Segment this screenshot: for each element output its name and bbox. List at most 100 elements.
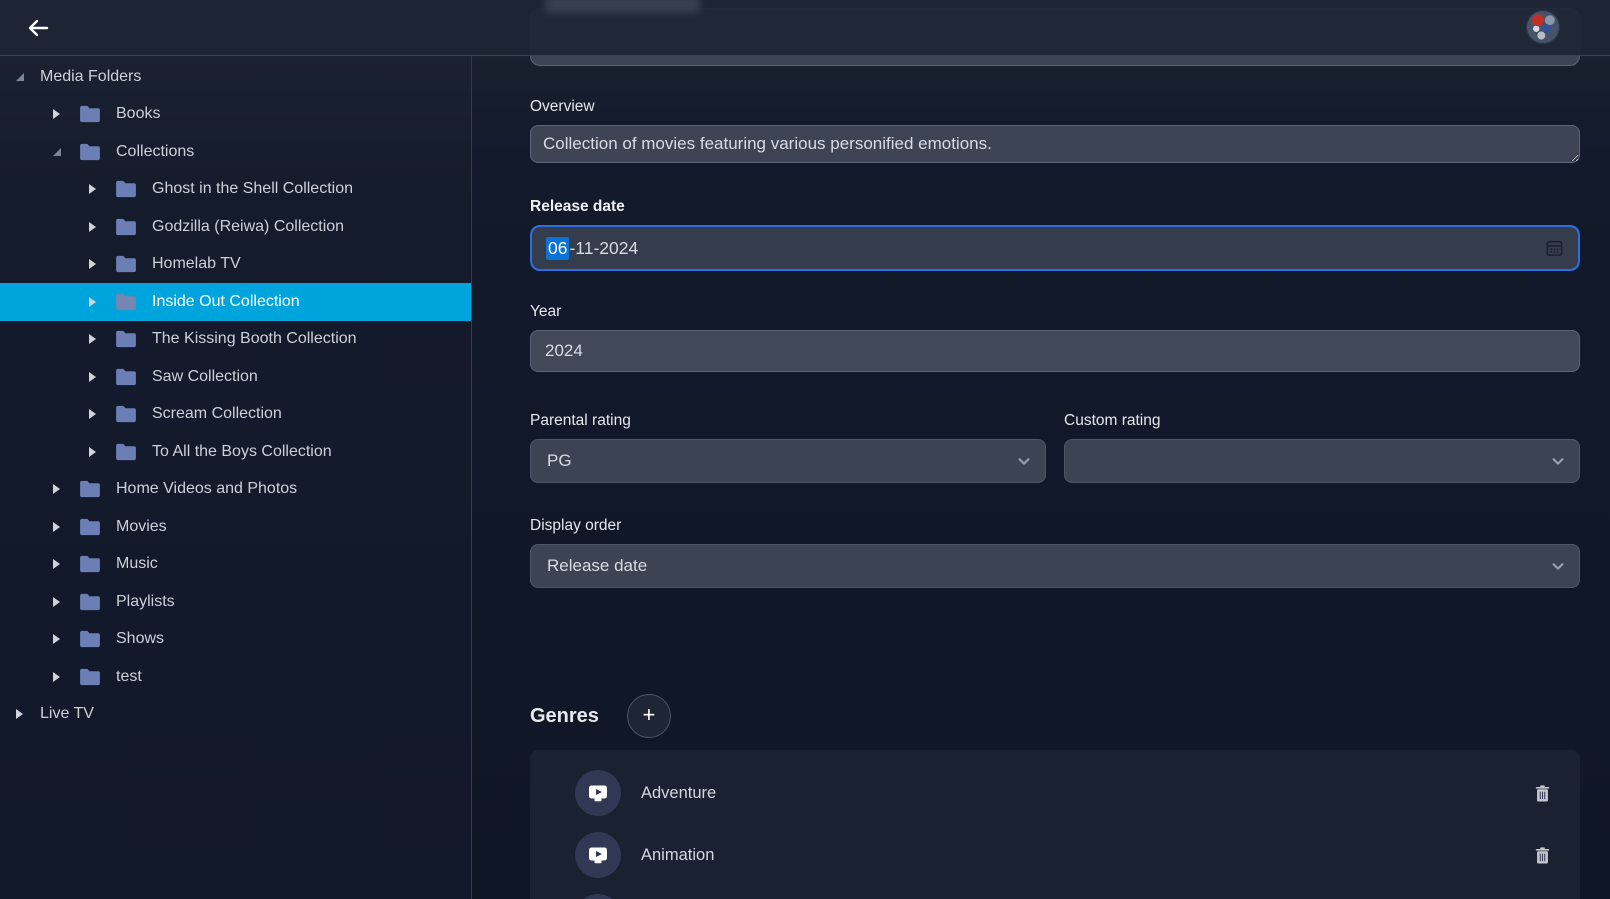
sidebar-item-label: test (116, 668, 142, 686)
sidebar-item-homelab-tv[interactable]: Homelab TV (0, 246, 471, 284)
chevron-expanded-icon[interactable] (16, 73, 24, 81)
year-input[interactable] (530, 330, 1580, 372)
genre-avatar (575, 770, 621, 816)
top-header-bar (0, 0, 1610, 56)
parental-rating-value: PG (547, 451, 572, 471)
chevron-right-icon[interactable] (53, 484, 60, 494)
sidebar-item-the-kissing-booth-collection[interactable]: The Kissing Booth Collection (0, 321, 471, 359)
sidebar-item-label: Media Folders (40, 68, 141, 86)
chevron-right-icon[interactable] (53, 559, 60, 569)
folder-icon (115, 255, 137, 273)
sidebar-item-saw-collection[interactable]: Saw Collection (0, 358, 471, 396)
folder-icon (115, 218, 137, 236)
sidebar-item-ghost-in-the-shell-collection[interactable]: Ghost in the Shell Collection (0, 171, 471, 209)
genre-avatar (575, 832, 621, 878)
sidebar-item-label: Live TV (40, 705, 94, 723)
chevron-right-icon[interactable] (89, 297, 96, 307)
custom-rating-label: Custom rating (1064, 412, 1580, 430)
chevron-down-icon (1549, 557, 1567, 575)
chevron-right-icon[interactable] (89, 222, 96, 232)
metadata-editor-form: Overview Collection of movies featuring … (472, 56, 1610, 899)
chevron-down-icon (1015, 452, 1033, 470)
sidebar-item-scream-collection[interactable]: Scream Collection (0, 396, 471, 434)
folder-icon (115, 405, 137, 423)
delete-genre-button[interactable] (1535, 785, 1550, 802)
release-date-label: Release date (530, 198, 1580, 216)
sidebar-item-label: Shows (116, 630, 164, 648)
genre-name: Adventure (641, 784, 716, 803)
genre-avatar (575, 894, 621, 899)
chevron-expanded-icon[interactable] (53, 148, 61, 156)
video-genre-icon (586, 781, 610, 805)
chevron-right-icon[interactable] (53, 109, 60, 119)
chevron-right-icon[interactable] (89, 447, 96, 457)
sidebar-item-label: Inside Out Collection (152, 293, 300, 311)
folder-icon (79, 143, 101, 161)
overview-label: Overview (530, 98, 1580, 116)
chevron-right-icon[interactable] (89, 259, 96, 269)
folder-icon (115, 180, 137, 198)
sidebar-item-label: Playlists (116, 593, 175, 611)
sidebar-item-test[interactable]: test (0, 658, 471, 696)
sidebar-item-label: Music (116, 555, 158, 573)
media-folder-tree: Media Folders Books Collections Ghost in… (0, 56, 472, 899)
release-date-input[interactable]: 06-11-2024 (530, 225, 1580, 271)
arrow-left-icon (26, 16, 50, 40)
sidebar-item-label: Movies (116, 518, 167, 536)
sidebar-item-label: Home Videos and Photos (116, 480, 297, 498)
genre-name: Animation (641, 846, 714, 865)
display-order-select[interactable]: Release date (530, 544, 1580, 588)
display-order-label: Display order (530, 517, 1580, 535)
calendar-icon[interactable] (1545, 239, 1564, 258)
chevron-right-icon[interactable] (53, 522, 60, 532)
folder-icon (79, 555, 101, 573)
sidebar-item-label: Collections (116, 143, 194, 161)
sidebar-item-godzilla-reiwa-collection[interactable]: Godzilla (Reiwa) Collection (0, 208, 471, 246)
sidebar-item-inside-out-collection[interactable]: Inside Out Collection (0, 283, 471, 321)
chevron-right-icon[interactable] (53, 672, 60, 682)
folder-icon (79, 480, 101, 498)
sidebar-item-label: Ghost in the Shell Collection (152, 180, 353, 198)
back-button[interactable] (18, 8, 58, 48)
folder-icon (79, 105, 101, 123)
folder-icon (115, 443, 137, 461)
chevron-right-icon[interactable] (89, 184, 96, 194)
sidebar-item-collections[interactable]: Collections (0, 133, 471, 171)
chevron-right-icon[interactable] (16, 709, 23, 719)
sidebar-item-label: Scream Collection (152, 405, 282, 423)
chevron-right-icon[interactable] (89, 409, 96, 419)
sidebar-item-label: To All the Boys Collection (152, 443, 332, 461)
obscured-field-label (545, 0, 700, 12)
delete-genre-button[interactable] (1535, 847, 1550, 864)
sidebar-item-music[interactable]: Music (0, 546, 471, 584)
trash-icon (1535, 785, 1550, 802)
folder-icon (115, 368, 137, 386)
user-avatar[interactable] (1526, 10, 1560, 44)
sidebar-item-to-all-the-boys-collection[interactable]: To All the Boys Collection (0, 433, 471, 471)
chevron-right-icon[interactable] (89, 334, 96, 344)
sidebar-item-live-tv[interactable]: Live TV (0, 696, 471, 734)
video-genre-icon (586, 843, 610, 867)
chevron-right-icon[interactable] (89, 372, 96, 382)
sidebar-item-books[interactable]: Books (0, 96, 471, 134)
folder-icon (79, 518, 101, 536)
folder-icon (115, 293, 137, 311)
list-item-adventure: Adventure (575, 762, 1550, 824)
chevron-right-icon[interactable] (53, 597, 60, 607)
sidebar-item-movies[interactable]: Movies (0, 508, 471, 546)
date-day-segment[interactable]: 06 (546, 237, 569, 260)
sidebar-item-label: Saw Collection (152, 368, 258, 386)
date-rest-segment[interactable]: -11-2024 (569, 238, 638, 259)
add-genre-button[interactable]: + (627, 694, 671, 738)
sidebar-item-shows[interactable]: Shows (0, 621, 471, 659)
sidebar-item-playlists[interactable]: Playlists (0, 583, 471, 621)
chevron-right-icon[interactable] (53, 634, 60, 644)
sidebar-item-home-videos-and-photos[interactable]: Home Videos and Photos (0, 471, 471, 509)
list-item-partial (575, 894, 1550, 899)
overview-textarea[interactable]: Collection of movies featuring various p… (530, 125, 1580, 163)
year-label: Year (530, 303, 1580, 321)
custom-rating-select[interactable] (1064, 439, 1580, 483)
parental-rating-select[interactable]: PG (530, 439, 1046, 483)
sidebar-item-media-folders[interactable]: Media Folders (0, 58, 471, 96)
sidebar-item-label: Godzilla (Reiwa) Collection (152, 218, 344, 236)
